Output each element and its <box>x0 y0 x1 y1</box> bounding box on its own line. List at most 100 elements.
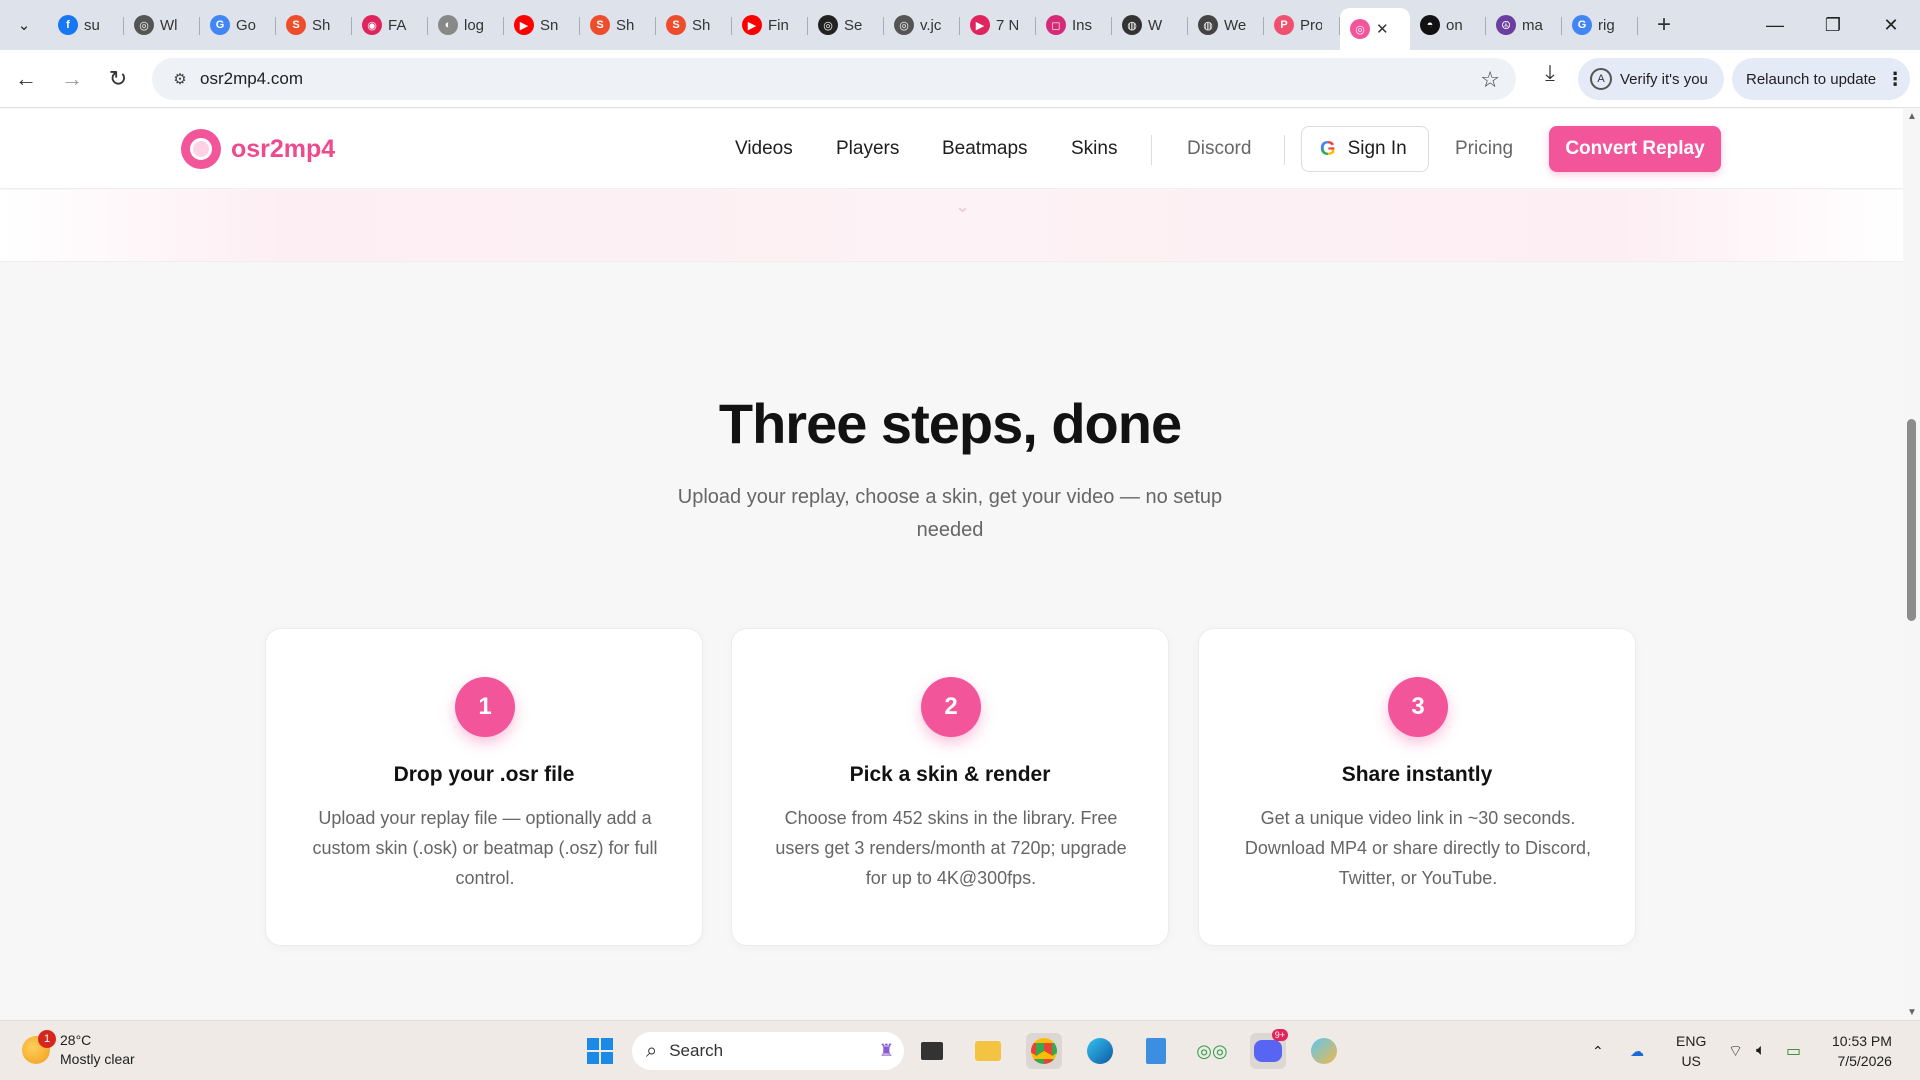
bookmark-star-icon[interactable]: ☆ <box>1480 67 1500 93</box>
file-explorer-icon[interactable] <box>970 1033 1006 1069</box>
step-title: Pick a skin & render <box>849 763 1051 786</box>
browser-tab[interactable]: ◍ We <box>1188 6 1264 44</box>
tab-favicon-icon: ◍ <box>1198 15 1218 35</box>
browser-tab[interactable]: S Sh <box>276 6 352 44</box>
browser-tab[interactable]: ▶ Fin <box>732 6 808 44</box>
close-window-button[interactable]: ✕ <box>1862 0 1920 50</box>
verify-profile-button[interactable]: A Verify it's you <box>1578 58 1724 100</box>
nav-discord[interactable]: Discord <box>1187 138 1251 160</box>
paint-icon[interactable] <box>1306 1033 1342 1069</box>
reload-button[interactable]: ↻ <box>98 59 138 99</box>
browser-tab[interactable]: ◎ Wl <box>124 6 200 44</box>
minimize-button[interactable]: — <box>1746 0 1804 50</box>
more-menu-icon[interactable]: ⋮ <box>1886 69 1904 90</box>
address-bar[interactable]: ⚙ osr2mp4.com ☆ <box>152 58 1516 100</box>
tab-favicon-icon: ◓ <box>1420 15 1440 35</box>
step-card-2: 2 Pick a skin & render Choose from 452 s… <box>731 628 1169 946</box>
step-description: Upload your replay file — optionally add… <box>312 808 658 888</box>
tray-overflow-icon[interactable]: ⌃ <box>1592 1021 1604 1080</box>
tab-favicon-icon: f <box>58 15 78 35</box>
browser-tab[interactable]: Grig <box>1562 6 1638 44</box>
nav-videos[interactable]: Videos <box>735 138 793 160</box>
tab-title: Ins <box>1072 16 1093 34</box>
weather-widget[interactable]: 1 28°C Mostly clear <box>22 1030 135 1069</box>
browser-tab[interactable]: P Pro <box>1264 6 1340 44</box>
browser-tab[interactable]: ◉ FA <box>352 6 428 44</box>
tab-title: Se <box>844 16 863 34</box>
hero-bottom: ⌄ <box>0 190 1903 262</box>
browser-tab[interactable]: ☮ ma <box>1486 6 1562 44</box>
browser-tab[interactable]: ◐ log <box>428 6 504 44</box>
scroll-up-arrow-icon[interactable]: ▲ <box>1907 111 1917 122</box>
tab-favicon-icon: ◎ <box>134 15 154 35</box>
arrow-left-icon: ← <box>15 65 37 91</box>
forward-button[interactable]: → <box>52 59 92 99</box>
search-highlight-icon: ♜ <box>878 1041 894 1060</box>
browser-tab[interactable]: f su <box>48 6 124 44</box>
site-logo[interactable]: osr2mp4 <box>181 129 335 169</box>
tab-title: Wl <box>160 16 178 34</box>
nav-beatmaps[interactable]: Beatmaps <box>942 138 1028 160</box>
arrow-right-icon: → <box>61 65 83 91</box>
wifi-icon[interactable]: ⌔ <box>1728 1021 1743 1080</box>
tab-favicon-icon: ◍ <box>1122 15 1142 35</box>
nav-divider <box>1284 135 1285 165</box>
browser-tab[interactable]: ◓ on <box>1410 6 1486 44</box>
nav-divider <box>1151 135 1152 165</box>
notepad-icon[interactable] <box>1138 1033 1174 1069</box>
start-button[interactable] <box>582 1033 618 1069</box>
browser-tab[interactable]: ◻ Ins <box>1036 6 1112 44</box>
page-scrollbar[interactable]: ▲ ▼ <box>1903 109 1920 1020</box>
edge-icon[interactable] <box>1082 1033 1118 1069</box>
scroll-down-arrow-icon[interactable]: ▼ <box>1907 1007 1917 1018</box>
battery-icon[interactable]: ▭ <box>1786 1021 1801 1080</box>
tab-favicon-icon: ◐ <box>438 15 458 35</box>
browser-tab[interactable]: S Sh <box>656 6 732 44</box>
downloads-icon[interactable]: ⤓ <box>1532 60 1568 86</box>
browser-tab[interactable]: ◎ ✕ <box>1340 8 1410 50</box>
tab-favicon-icon: ◎ <box>894 15 914 35</box>
taskbar-search[interactable]: ⌕ Search ♜ <box>632 1032 904 1070</box>
browser-tab[interactable]: G Go <box>200 6 276 44</box>
site-info-icon[interactable]: ⚙ <box>160 70 200 88</box>
page-content: osr2mp4 Videos Players Beatmaps Skins Di… <box>0 109 1903 1020</box>
url-text[interactable]: osr2mp4.com <box>200 69 303 89</box>
task-view-icon[interactable] <box>914 1033 950 1069</box>
tab-title: log <box>464 16 485 34</box>
sign-in-button[interactable]: G Sign In <box>1301 126 1429 172</box>
discord-icon[interactable]: 9+ <box>1250 1029 1288 1069</box>
tab-title: We <box>1224 16 1246 34</box>
browser-tab[interactable]: ▶ 7 N <box>960 6 1036 44</box>
tab-title: Sh <box>312 16 331 34</box>
tab-favicon-icon: ☮ <box>1496 15 1516 35</box>
step-title: Drop your .osr file <box>393 763 575 786</box>
tab-favicon-icon: S <box>590 15 610 35</box>
browser-tab[interactable]: S Sh <box>580 6 656 44</box>
browser-tab[interactable]: ▶ Sn <box>504 6 580 44</box>
nav-players[interactable]: Players <box>836 138 899 160</box>
tab-search-button[interactable]: ⌄ <box>6 7 42 43</box>
scroll-thumb[interactable] <box>1907 419 1916 621</box>
browser-tab[interactable]: ◎ v.jc <box>884 6 960 44</box>
nav-skins[interactable]: Skins <box>1071 138 1117 160</box>
new-tab-button[interactable]: + <box>1646 11 1682 39</box>
step-number-badge: 3 <box>1388 677 1448 737</box>
relaunch-button[interactable]: Relaunch to update ⋮ <box>1732 58 1910 100</box>
tab-title: Pro <box>1300 16 1322 34</box>
avatar: A <box>1590 68 1612 90</box>
relaunch-label: Relaunch to update <box>1746 70 1877 88</box>
verify-label: Verify it's you <box>1620 70 1708 88</box>
tab-close-icon[interactable]: ✕ <box>1376 20 1389 38</box>
onedrive-icon[interactable]: ☁ <box>1630 1021 1644 1080</box>
language-indicator[interactable]: ENG US <box>1676 1031 1706 1071</box>
volume-icon[interactable]: 🔈︎ <box>1756 1021 1766 1080</box>
convert-replay-button[interactable]: Convert Replay <box>1549 126 1721 172</box>
browser-tab[interactable]: ◍ W <box>1112 6 1188 44</box>
clock[interactable]: 10:53 PM 7/5/2026 <box>1832 1031 1892 1071</box>
chrome-icon[interactable] <box>1026 1033 1062 1069</box>
app-icon[interactable]: ◎◎ <box>1194 1033 1230 1069</box>
nav-pricing[interactable]: Pricing <box>1455 138 1513 160</box>
back-button[interactable]: ← <box>6 59 46 99</box>
browser-tab[interactable]: ◎ Se <box>808 6 884 44</box>
restore-button[interactable]: ❐ <box>1804 0 1862 50</box>
